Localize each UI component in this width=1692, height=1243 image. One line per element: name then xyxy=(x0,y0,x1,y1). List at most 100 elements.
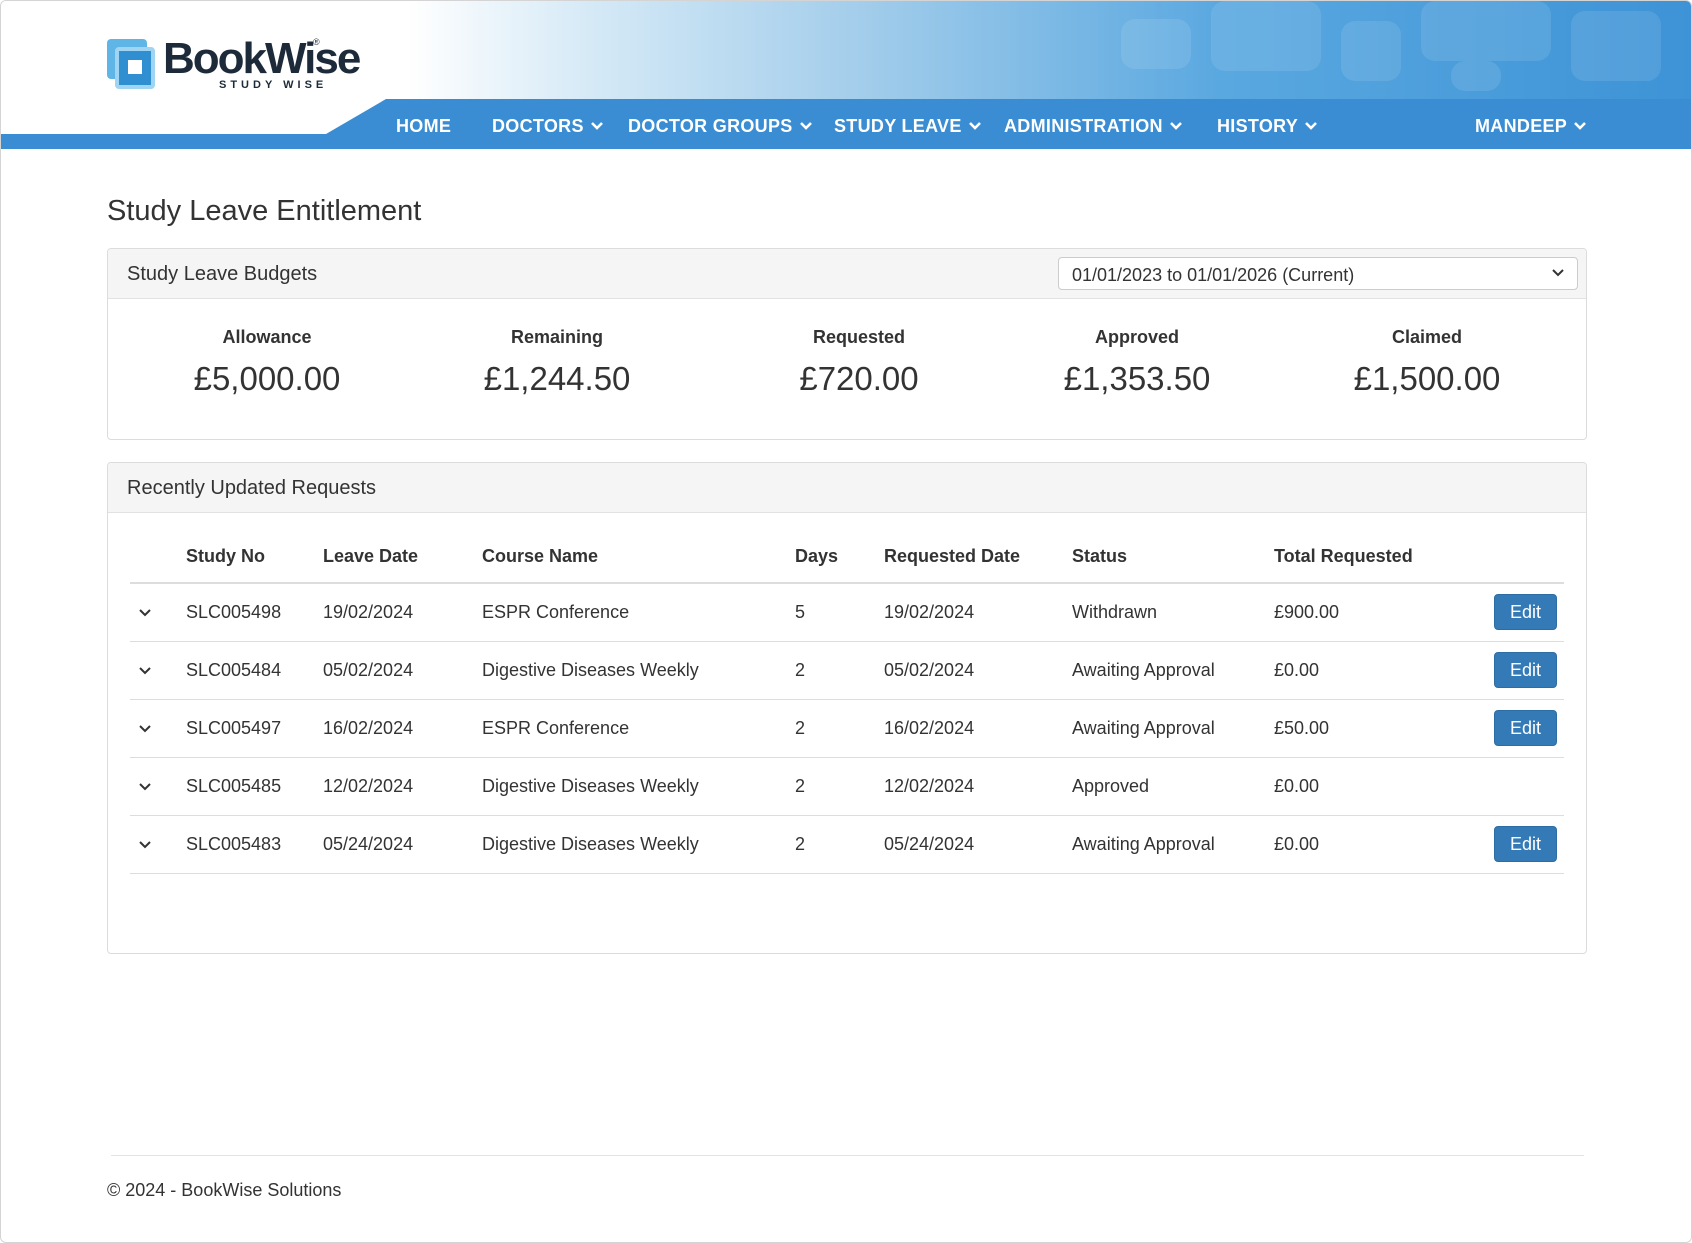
requested-date: 05/24/2024 xyxy=(884,815,1072,874)
days: 2 xyxy=(795,641,884,700)
chevron-down-icon xyxy=(1574,122,1587,130)
edit-button[interactable]: Edit xyxy=(1494,710,1557,746)
table-row: SLC005485 12/02/2024 Digestive Diseases … xyxy=(130,757,1564,816)
requests-heading: Recently Updated Requests xyxy=(127,477,377,499)
leave-date: 16/02/2024 xyxy=(323,699,482,758)
leave-date: 05/02/2024 xyxy=(323,641,482,700)
stat-remaining: Remaining £1,244.50 xyxy=(437,327,677,398)
expand-cell xyxy=(130,641,186,700)
logo-wordmark: BookWise xyxy=(163,34,361,83)
study-no: SLC005498 xyxy=(186,583,323,642)
stat-label: Allowance xyxy=(222,327,312,347)
column-header-actions xyxy=(1494,531,1564,584)
nav-user-menu[interactable]: MANDEEP xyxy=(1475,114,1587,138)
status: Approved xyxy=(1072,757,1274,816)
status: Awaiting Approval xyxy=(1072,699,1274,758)
table-row: SLC005484 05/02/2024 Digestive Diseases … xyxy=(130,641,1564,700)
expand-cell xyxy=(130,757,186,816)
registered-mark: ® xyxy=(313,37,320,47)
status: Awaiting Approval xyxy=(1072,641,1274,700)
nav-history[interactable]: HISTORY xyxy=(1217,114,1318,138)
requested-date: 19/02/2024 xyxy=(884,583,1072,642)
course-name: Digestive Diseases Weekly xyxy=(482,757,795,816)
requested-date: 16/02/2024 xyxy=(884,699,1072,758)
stat-label: Requested xyxy=(812,327,906,347)
app-window: BookWise ® STUDY WISE HOME DOCTORS DOCTO… xyxy=(0,0,1692,1243)
stat-value: £720.00 xyxy=(799,360,919,397)
stat-value: £1,500.00 xyxy=(1353,360,1501,397)
status: Awaiting Approval xyxy=(1072,815,1274,874)
budgets-panel-heading: Study Leave Budgets 01/01/2023 to 01/01/… xyxy=(108,249,1586,299)
expand-cell xyxy=(130,699,186,758)
chevron-down-icon[interactable] xyxy=(138,776,152,797)
days: 2 xyxy=(795,699,884,758)
chevron-down-icon[interactable] xyxy=(138,834,152,855)
study-no: SLC005483 xyxy=(186,815,323,874)
requested-date: 12/02/2024 xyxy=(884,757,1072,816)
chevron-down-icon[interactable] xyxy=(138,602,152,623)
chevron-down-icon[interactable] xyxy=(138,660,152,681)
nav-home-label: HOME xyxy=(396,115,452,136)
nav-doctors-label: DOCTORS xyxy=(492,115,584,136)
budget-period-value: 01/01/2023 to 01/01/2026 (Current) xyxy=(1072,265,1355,285)
footer-divider xyxy=(111,1155,1584,1156)
budget-period-select[interactable]: 01/01/2023 to 01/01/2026 (Current) xyxy=(1058,257,1578,290)
nav-administration[interactable]: ADMINISTRATION xyxy=(1004,114,1183,138)
stat-label: Approved xyxy=(1094,327,1179,347)
chevron-down-icon xyxy=(1169,122,1182,130)
expand-cell xyxy=(130,815,186,874)
column-header: Course Name xyxy=(482,531,795,584)
nav-doctor-groups-label: DOCTOR GROUPS xyxy=(628,115,793,136)
actions-cell: Edit xyxy=(1494,583,1564,642)
logo-tagline: STUDY WISE xyxy=(219,79,328,91)
total-requested: £0.00 xyxy=(1274,815,1494,874)
actions-cell: Edit xyxy=(1494,641,1564,700)
requests-table: Study No Leave Date Course Name Days Req… xyxy=(130,531,1564,874)
footer-copyright: © 2024 - BookWise Solutions xyxy=(107,1180,342,1200)
status: Withdrawn xyxy=(1072,583,1274,642)
column-header: Status xyxy=(1072,531,1274,584)
nav-home[interactable]: HOME xyxy=(396,114,451,138)
chevron-down-icon xyxy=(1552,269,1564,277)
budgets-heading: Study Leave Budgets xyxy=(127,263,318,285)
column-header: Leave Date xyxy=(323,531,482,584)
leave-date: 19/02/2024 xyxy=(323,583,482,642)
column-header: Requested Date xyxy=(884,531,1072,584)
actions-cell: Edit xyxy=(1494,699,1564,758)
stat-label: Claimed xyxy=(1391,327,1463,347)
table-header-row: Study No Leave Date Course Name Days Req… xyxy=(130,531,1564,584)
nav-doctors[interactable]: DOCTORS xyxy=(492,114,604,138)
stat-requested: Requested £720.00 xyxy=(739,327,979,398)
bookwise-logo[interactable]: BookWise ® STUDY WISE xyxy=(107,37,361,95)
total-requested: £0.00 xyxy=(1274,641,1494,700)
column-header: Study No xyxy=(186,531,323,584)
logo-icon xyxy=(107,39,157,91)
nav-doctor-groups[interactable]: DOCTOR GROUPS xyxy=(628,114,813,138)
edit-button[interactable]: Edit xyxy=(1494,826,1557,862)
actions-cell xyxy=(1494,757,1564,816)
study-no: SLC005485 xyxy=(186,757,323,816)
actions-cell: Edit xyxy=(1494,815,1564,874)
table-row: SLC005483 05/24/2024 Digestive Diseases … xyxy=(130,815,1564,874)
expand-cell xyxy=(130,583,186,642)
table-row: SLC005498 19/02/2024 ESPR Conference 5 1… xyxy=(130,583,1564,642)
chevron-down-icon[interactable] xyxy=(138,718,152,739)
page-title: Study Leave Entitlement xyxy=(107,195,422,227)
study-no: SLC005497 xyxy=(186,699,323,758)
total-requested: £0.00 xyxy=(1274,757,1494,816)
stat-allowance: Allowance £5,000.00 xyxy=(147,327,387,398)
stat-value: £5,000.00 xyxy=(193,360,341,397)
total-requested: £900.00 xyxy=(1274,583,1494,642)
column-header: Days xyxy=(795,531,884,584)
requests-panel-heading: Recently Updated Requests xyxy=(108,463,1586,513)
nav-history-label: HISTORY xyxy=(1217,115,1299,136)
nav-study-leave[interactable]: STUDY LEAVE xyxy=(834,114,982,138)
chevron-down-icon xyxy=(590,122,603,130)
nav-study-leave-label: STUDY LEAVE xyxy=(834,115,962,136)
edit-button[interactable]: Edit xyxy=(1494,594,1557,631)
days: 2 xyxy=(795,757,884,816)
edit-button[interactable]: Edit xyxy=(1494,652,1557,688)
course-name: Digestive Diseases Weekly xyxy=(482,641,795,700)
stat-approved: Approved £1,353.50 xyxy=(1017,327,1257,398)
days: 2 xyxy=(795,815,884,874)
